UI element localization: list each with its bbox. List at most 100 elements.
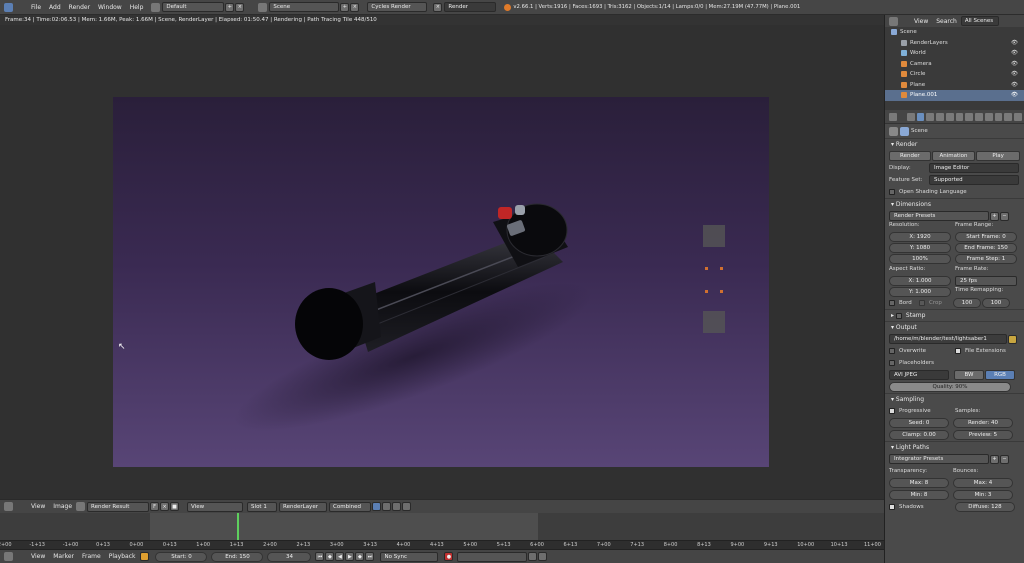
remap-old-field[interactable]: 100 xyxy=(953,298,981,308)
play-button[interactable]: ▶ xyxy=(345,552,355,561)
menu-playback[interactable]: Playback xyxy=(109,553,136,560)
add-integrator-preset-button[interactable]: + xyxy=(990,454,999,464)
integrator-presets-dropdown[interactable]: Integrator Presets xyxy=(889,454,989,464)
visibility-icon[interactable]: 👁 xyxy=(1011,92,1018,98)
prev-keyframe-button[interactable]: ◆ xyxy=(325,552,335,561)
sync-mode-selector[interactable]: No Sync xyxy=(380,551,439,562)
outliner-item[interactable]: Plane 👁 xyxy=(885,80,1024,91)
file-extensions-checkbox[interactable] xyxy=(955,348,961,354)
output-panel-header[interactable]: ▾ Output xyxy=(885,321,1024,333)
outliner-item[interactable]: Scene xyxy=(885,27,1024,38)
menu-add[interactable]: Add xyxy=(49,4,61,11)
mode-selector[interactable]: View xyxy=(187,501,244,512)
render-tab-icon[interactable] xyxy=(906,112,915,121)
slot-selector[interactable]: Slot 1 xyxy=(247,501,278,512)
render-samples-field[interactable]: Render: 40 xyxy=(953,418,1013,428)
editor-type-icon[interactable] xyxy=(4,2,13,12)
unlink-image-button[interactable]: × xyxy=(160,502,170,511)
render-layer-selector[interactable]: RenderLayer xyxy=(279,501,328,512)
texture-tab-icon[interactable] xyxy=(994,112,1003,121)
bounces-max-field[interactable]: Max: 4 xyxy=(953,478,1013,488)
jump-start-button[interactable]: ⏮ xyxy=(315,552,325,561)
osl-checkbox[interactable] xyxy=(889,189,895,195)
delete-keyframe-icon[interactable] xyxy=(538,552,548,561)
constraints-tab-icon[interactable] xyxy=(955,112,964,121)
outliner-item[interactable]: Camera 👁 xyxy=(885,59,1024,70)
physics-tab-icon[interactable] xyxy=(1014,112,1022,121)
rgb-button[interactable]: RGB xyxy=(985,370,1015,380)
current-frame-field[interactable]: 34 xyxy=(267,551,312,562)
visibility-icon[interactable]: 👁 xyxy=(1011,61,1018,67)
placeholders-checkbox[interactable] xyxy=(889,360,895,366)
render-button[interactable]: Render xyxy=(889,151,931,161)
resolution-x-field[interactable]: X: 1920 xyxy=(889,232,951,242)
start-frame-field[interactable]: Start Frame: 0 xyxy=(955,232,1017,242)
remove-scene-button[interactable]: × xyxy=(350,2,360,12)
stamp-panel-header[interactable]: ▸ Stamp xyxy=(885,309,1024,321)
menu-view[interactable]: View xyxy=(31,503,45,510)
add-layout-button[interactable]: + xyxy=(225,2,235,12)
feature-set-dropdown[interactable]: Supported xyxy=(929,175,1019,185)
render-engine-selector[interactable]: Cycles Render xyxy=(367,2,428,12)
start-frame-field[interactable]: Start: 0 xyxy=(155,551,208,562)
scene-tab-icon[interactable] xyxy=(926,112,935,121)
file-format-dropdown[interactable]: AVI JPEG xyxy=(889,370,949,380)
sampling-panel-header[interactable]: ▾ Sampling xyxy=(885,393,1024,405)
preview-samples-field[interactable]: Preview: 5 xyxy=(953,430,1013,440)
insert-keyframe-icon[interactable] xyxy=(528,552,538,561)
editor-type-icon[interactable] xyxy=(889,16,898,26)
animation-button[interactable]: Animation xyxy=(931,151,976,161)
properties-editor[interactable]: Scene ▾ Render Render Animation Play Dis… xyxy=(884,110,1024,563)
outliner-item[interactable]: RenderLayers 👁 xyxy=(885,38,1024,49)
current-frame-cursor[interactable] xyxy=(237,513,239,540)
menu-help[interactable]: Help xyxy=(130,4,144,11)
aspect-x-field[interactable]: X: 1.000 xyxy=(889,276,951,286)
dimensions-panel-header[interactable]: ▾ Dimensions xyxy=(885,198,1024,210)
modifiers-tab-icon[interactable] xyxy=(965,112,974,121)
pin-icon[interactable] xyxy=(889,126,898,136)
bw-button[interactable]: BW xyxy=(954,370,984,380)
remap-new-field[interactable]: 100 xyxy=(982,298,1010,308)
preview-range-icon[interactable] xyxy=(140,552,150,561)
menu-frame[interactable]: Frame xyxy=(82,553,101,560)
remove-preset-button[interactable]: − xyxy=(1000,211,1009,221)
frame-rate-dropdown[interactable]: 25 fps xyxy=(955,276,1017,286)
menu-marker[interactable]: Marker xyxy=(53,553,74,560)
material-tab-icon[interactable] xyxy=(984,112,993,121)
play-button[interactable]: Play xyxy=(976,151,1020,161)
menu-image[interactable]: Image xyxy=(53,503,72,510)
draw-channels-icon[interactable] xyxy=(372,502,382,511)
remove-layout-button[interactable]: × xyxy=(235,2,245,12)
seed-field[interactable]: Seed: 0 xyxy=(889,418,949,428)
editor-type-icon[interactable] xyxy=(4,552,13,561)
menu-search[interactable]: Search xyxy=(936,18,957,25)
outliner-item[interactable]: Plane.001 👁 xyxy=(885,90,1024,101)
end-frame-field[interactable]: End: 150 xyxy=(211,551,264,562)
shadows-checkbox[interactable] xyxy=(889,504,895,510)
display-mode-selector[interactable]: All Scenes xyxy=(960,16,999,26)
end-frame-field[interactable]: End Frame: 150 xyxy=(955,243,1017,253)
render-layers-tab-icon[interactable] xyxy=(916,112,925,121)
folder-icon[interactable] xyxy=(1008,334,1017,344)
menu-render[interactable]: Render xyxy=(69,4,90,11)
data-tab-icon[interactable] xyxy=(975,112,983,121)
render-pass-selector[interactable]: Combined xyxy=(329,501,372,512)
outliner[interactable]: View Search All Scenes Scene RenderLayers… xyxy=(884,15,1024,110)
outliner-item[interactable]: World 👁 xyxy=(885,48,1024,59)
particles-tab-icon[interactable] xyxy=(1004,112,1013,121)
aspect-y-field[interactable]: Y: 1.000 xyxy=(889,287,951,297)
cancel-render-button[interactable]: × xyxy=(433,2,443,12)
stamp-checkbox[interactable] xyxy=(895,312,902,319)
fake-user-button[interactable]: F xyxy=(150,502,160,511)
add-scene-button[interactable]: + xyxy=(340,2,350,12)
output-path-field[interactable]: /home/m/blender/test/lightsaber1 xyxy=(889,334,1007,344)
progressive-checkbox[interactable] xyxy=(889,408,895,414)
crop-checkbox[interactable] xyxy=(919,300,925,306)
next-keyframe-button[interactable]: ◆ xyxy=(355,552,365,561)
render-presets-dropdown[interactable]: Render Presets xyxy=(889,211,989,221)
world-tab-icon[interactable] xyxy=(936,112,944,121)
pin-image-button[interactable]: ■ xyxy=(170,502,180,511)
jump-end-button[interactable]: ⏭ xyxy=(365,552,375,561)
editor-type-icon[interactable] xyxy=(4,502,13,511)
record-button[interactable]: ● xyxy=(444,552,454,561)
